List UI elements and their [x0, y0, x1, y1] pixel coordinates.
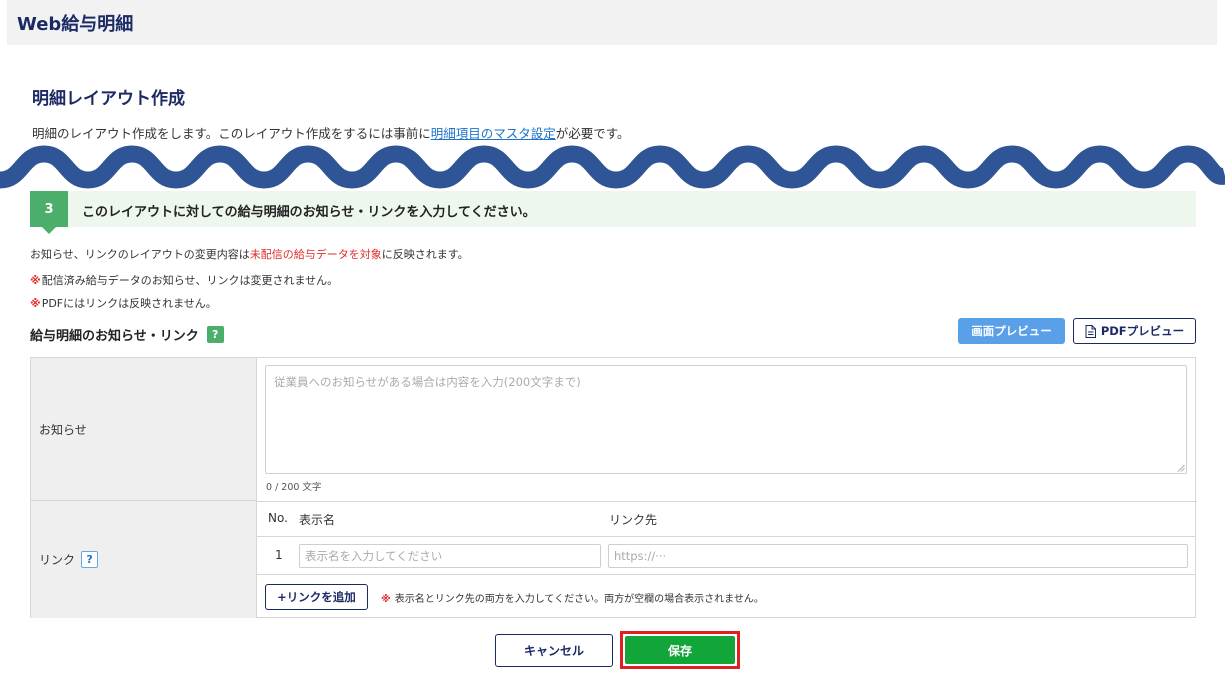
notice-label: お知らせ [39, 422, 87, 437]
save-button[interactable]: 保存 [625, 636, 735, 664]
add-link-row: +リンクを追加 ※ 表示名とリンク先の両方を入力してください。両方が空欄の場合表示… [257, 575, 1195, 618]
link-row-number: 1 [275, 548, 283, 562]
link-label: リンク [39, 553, 76, 567]
link-row-label: リンク ? [31, 501, 257, 618]
note-reflect-tail: に反映されます。 [381, 248, 469, 261]
pdf-preview-label: PDFプレビュー [1100, 324, 1185, 338]
note-mark: ※ [30, 274, 41, 287]
char-counter: 0 / 200 文字 [266, 482, 322, 493]
column-header-link-url: リンク先 [609, 513, 658, 527]
screen-preview-button[interactable]: 画面プレビュー [958, 318, 1065, 344]
step-header: 3 このレイアウトに対しての給与明細のお知らせ・リンクを入力してください。 [30, 191, 1196, 234]
link-table-header: No. 表示名 リンク先 [257, 501, 1195, 537]
display-name-input[interactable] [299, 544, 601, 568]
section-title: 給与明細のお知らせ・リンク ? [30, 325, 224, 344]
note-pdf: ※PDFにはリンクは反映されません。 [30, 295, 217, 311]
step-instruction: このレイアウトに対しての給与明細のお知らせ・リンクを入力してください。 [82, 205, 536, 220]
note-reflect: お知らせ、リンクのレイアウトの変更内容は未配信の給与データを対象に反映されます。 [30, 246, 469, 262]
note-reflect-text: お知らせ、リンクのレイアウトの変更内容は [30, 248, 250, 261]
add-link-note-text: 表示名とリンク先の両方を入力してください。両方が空欄の場合表示されません。 [394, 594, 764, 605]
section-title-text: 給与明細のお知らせ・リンク [30, 329, 199, 344]
column-header-no: No. [268, 511, 288, 525]
note-mark: ※ [30, 297, 41, 310]
notice-link-form: お知らせ 0 / 200 文字 リンク ? No. 表示名 リンク先 1 +リン… [30, 357, 1197, 618]
page-title: 明細レイアウト作成 [32, 89, 185, 109]
app-title: Web給与明細 [17, 14, 134, 35]
notice-textarea[interactable] [265, 365, 1187, 474]
save-highlight-frame: 保存 [620, 631, 740, 669]
note-delivered-text: 配信済み給与データのお知らせ、リンクは変更されません。 [41, 274, 339, 287]
link-row: 1 [257, 537, 1195, 575]
note-reflect-highlight: 未配信の給与データを対象 [249, 248, 382, 261]
cancel-button[interactable]: キャンセル [495, 634, 613, 667]
help-icon[interactable]: ? [206, 326, 224, 343]
step-number-badge: 3 [30, 191, 68, 234]
link-help-icon[interactable]: ? [81, 551, 99, 568]
note-pdf-text: PDFにはリンクは反映されません。 [41, 297, 217, 310]
document-icon [1085, 324, 1096, 338]
app-header: Web給与明細 [7, 0, 1217, 45]
note-mark: ※ [381, 594, 391, 605]
resize-handle-icon[interactable] [1177, 464, 1185, 472]
wave-divider [0, 145, 1225, 189]
column-header-display-name: 表示名 [299, 513, 336, 527]
pdf-preview-button[interactable]: PDFプレビュー [1073, 318, 1196, 344]
notice-row-label: お知らせ [31, 358, 257, 501]
add-link-button[interactable]: +リンクを追加 [265, 584, 368, 610]
note-delivered: ※配信済み給与データのお知らせ、リンクは変更されません。 [30, 272, 338, 288]
add-link-note: ※ 表示名とリンク先の両方を入力してください。両方が空欄の場合表示されません。 [381, 590, 764, 605]
link-url-input[interactable] [608, 544, 1188, 568]
